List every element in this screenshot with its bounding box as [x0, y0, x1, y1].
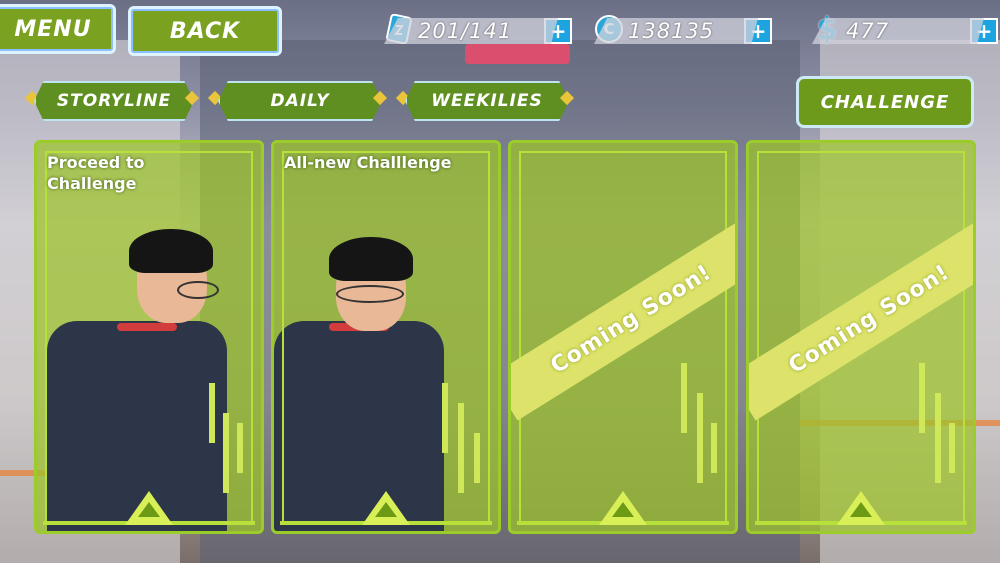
challenge-card-1[interactable]: Proceed to Challenge: [34, 140, 264, 534]
challenge-card-4: Coming Soon!: [746, 140, 976, 534]
tab-daily[interactable]: DAILY: [218, 81, 382, 121]
coin-resource: C 138135 +: [594, 15, 772, 46]
energy-value: 201/141: [384, 18, 558, 44]
cash-value: 477: [812, 18, 984, 44]
challenge-card-2[interactable]: All-new Challlenge: [271, 140, 501, 534]
coin-value: 138135: [594, 18, 758, 44]
tab-weekilies[interactable]: WEEKILIES: [405, 81, 569, 121]
challenge-card-3: Coming Soon!: [508, 140, 738, 534]
cash-resource: $ 477 +: [812, 12, 998, 47]
menu-button[interactable]: MENU: [0, 4, 116, 54]
card-caption: Proceed to Challenge: [47, 153, 145, 193]
ceiling-red-light: [465, 44, 570, 64]
card-caption: All-new Challlenge: [284, 153, 452, 172]
energy-resource: 201/141 +: [384, 14, 572, 46]
tab-storyline[interactable]: STORYLINE: [34, 81, 194, 121]
challenge-button[interactable]: CHALLENGE: [796, 76, 974, 128]
back-button[interactable]: BACK: [128, 6, 282, 56]
